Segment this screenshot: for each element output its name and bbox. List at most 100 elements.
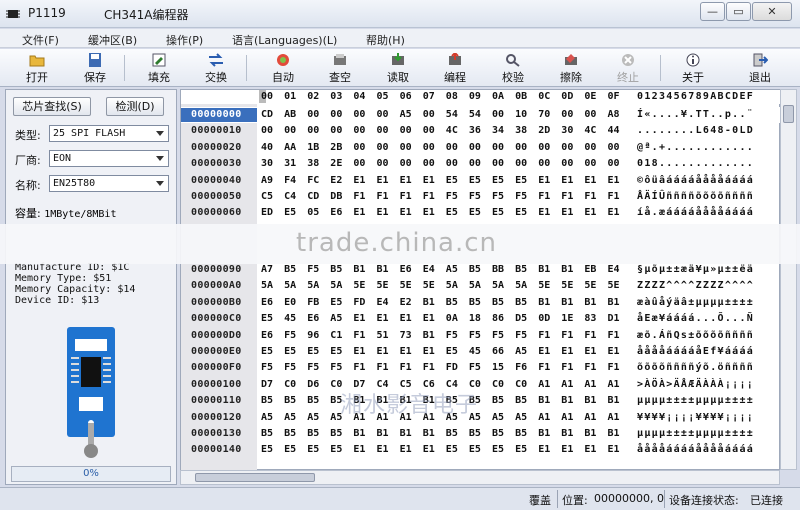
hex-byte[interactable]: F5	[492, 191, 504, 202]
table-row[interactable]: 00000050 C5 C4 CD DB F1 F1 F1 F1 F5 F5 F5 F5 F1 F1 F1 F1…	[181, 189, 781, 205]
hex-byte[interactable]: 00	[353, 142, 365, 153]
hex-byte[interactable]: B1	[561, 395, 573, 406]
hex-byte[interactable]: A1	[561, 412, 573, 423]
hex-byte[interactable]: F1	[400, 191, 412, 202]
hex-byte[interactable]: 45	[284, 313, 296, 324]
hex-byte[interactable]: E1	[377, 175, 389, 186]
hex-byte[interactable]: F5	[446, 191, 458, 202]
hex-byte[interactable]: E1	[400, 346, 412, 357]
hex-byte[interactable]: 44	[608, 125, 620, 136]
hex-byte[interactable]: 5A	[492, 280, 504, 291]
hex-byte[interactable]: D6	[307, 379, 319, 390]
hex-byte[interactable]: F1	[423, 362, 435, 373]
hex-byte[interactable]: E1	[608, 346, 620, 357]
ascii-text[interactable]: æàûåýäâ±µµµµ±±±±	[637, 297, 754, 308]
table-row[interactable]: 00000090 A7 B5 F5 B5 B1 B1 E6 E4 A5 B5 BB B5 B1 B1 EB E4…	[181, 262, 781, 278]
hex-byte[interactable]: 00	[492, 142, 504, 153]
table-row[interactable]: 000000A0 5A 5A 5A 5A 5E 5E 5E 5E 5A 5A 5A 5A 5E 5E 5E 5E…	[181, 278, 781, 294]
hex-byte[interactable]: E1	[400, 444, 412, 455]
hex-byte[interactable]: E1	[584, 346, 596, 357]
hex-byte[interactable]: 05	[307, 207, 319, 218]
hex-byte[interactable]: E5	[307, 444, 319, 455]
hex-byte[interactable]: E1	[400, 313, 412, 324]
hex-byte[interactable]: E5	[446, 346, 458, 357]
hex-byte[interactable]: B1	[561, 264, 573, 275]
minimize-button[interactable]: —	[700, 2, 725, 21]
hex-byte[interactable]: B5	[284, 264, 296, 275]
hex-byte[interactable]: E1	[400, 207, 412, 218]
hex-byte[interactable]: 15	[492, 362, 504, 373]
hex-byte[interactable]: 5A	[469, 280, 481, 291]
hex-byte[interactable]: F6	[515, 362, 527, 373]
hex-byte[interactable]: 1E	[561, 313, 573, 324]
hex-byte[interactable]: 2D	[538, 125, 550, 136]
hex-byte[interactable]: F5	[307, 264, 319, 275]
hex-byte[interactable]: 00	[515, 158, 527, 169]
hex-byte[interactable]: F1	[538, 191, 550, 202]
hex-byte[interactable]: E1	[423, 207, 435, 218]
hex-byte[interactable]: C1	[330, 330, 342, 341]
hex-byte[interactable]: E5	[469, 175, 481, 186]
hex-byte[interactable]: 00	[423, 125, 435, 136]
hex-byte[interactable]: 66	[492, 346, 504, 357]
hex-byte[interactable]: 00	[261, 125, 273, 136]
table-row[interactable]: 00000100 D7 C0 D6 C0 D7 C4 C5 C6 C4 C0 C0 C0 A1 A1 A1 A1…	[181, 377, 781, 393]
hex-byte[interactable]: F1	[608, 362, 620, 373]
hex-byte[interactable]: E1	[423, 313, 435, 324]
hex-byte[interactable]: A1	[538, 379, 550, 390]
hex-byte[interactable]: E1	[353, 346, 365, 357]
hex-byte[interactable]: E1	[353, 313, 365, 324]
scroll-thumb[interactable]	[783, 105, 794, 123]
hex-byte[interactable]: E5	[261, 346, 273, 357]
hex-byte[interactable]: E2	[330, 175, 342, 186]
hex-byte[interactable]: 00	[538, 158, 550, 169]
hex-byte[interactable]: B5	[469, 428, 481, 439]
hex-byte[interactable]: F1	[538, 362, 550, 373]
hex-byte[interactable]: 00	[400, 142, 412, 153]
hex-byte[interactable]: D1	[608, 313, 620, 324]
hex-byte[interactable]: E5	[515, 207, 527, 218]
hex-byte[interactable]: F1	[584, 330, 596, 341]
hex-byte[interactable]: 00	[469, 142, 481, 153]
hex-byte[interactable]: E1	[423, 444, 435, 455]
read-button[interactable]: 读取	[375, 50, 421, 86]
ascii-text[interactable]: åEæ¥áááá...Õ...Ñ	[637, 313, 754, 324]
hex-byte[interactable]: B1	[423, 330, 435, 341]
hex-byte[interactable]: B1	[561, 428, 573, 439]
hex-byte[interactable]: E6	[261, 297, 273, 308]
table-row[interactable]: 00000140 E5 E5 E5 E5 E1 E1 E1 E1 E5 E5 E5 E5 E1 E1 E1 E1…	[181, 442, 781, 458]
hex-byte[interactable]: B5	[469, 297, 481, 308]
hex-byte[interactable]: A5	[284, 412, 296, 423]
ascii-text[interactable]: ååååááááåEf¥áááá	[637, 346, 754, 357]
hex-byte[interactable]: F5	[446, 330, 458, 341]
table-row[interactable]: 000000F0 F5 F5 F5 F5 F1 F1 F1 F1 FD F5 15 F6 F1 F1 F1 F1…	[181, 360, 781, 376]
hex-editor[interactable]: 00 01 02 03 04 05 06 07 08 09 0A 0B 0C 0D 0E 0F 01234567…	[180, 89, 781, 471]
hex-byte[interactable]: 5A	[284, 280, 296, 291]
hex-byte[interactable]: F5	[469, 191, 481, 202]
hex-byte[interactable]: E5	[446, 175, 458, 186]
hex-byte[interactable]: E1	[353, 207, 365, 218]
hex-byte[interactable]: B1	[377, 428, 389, 439]
hex-byte[interactable]: 00	[400, 158, 412, 169]
hex-byte[interactable]: 5A	[446, 280, 458, 291]
hex-byte[interactable]: B5	[284, 395, 296, 406]
hex-byte[interactable]: E1	[538, 346, 550, 357]
table-row[interactable]: 00000120 A5 A5 A5 A5 A1 A1 A1 A1 A5 A5 A5 A5 A1 A1 A1 A1…	[181, 410, 781, 426]
hex-byte[interactable]: B5	[330, 428, 342, 439]
hex-byte[interactable]: E4	[423, 264, 435, 275]
verify-button[interactable]: 校验	[490, 50, 536, 86]
hex-byte[interactable]: F5	[492, 330, 504, 341]
hex-byte[interactable]: CD	[261, 109, 273, 120]
hex-byte[interactable]: 4C	[584, 125, 596, 136]
hex-byte[interactable]: A1	[584, 412, 596, 423]
hex-byte[interactable]: 5E	[423, 280, 435, 291]
hex-byte[interactable]: 00	[492, 109, 504, 120]
hex-byte[interactable]: F1	[538, 330, 550, 341]
hex-byte[interactable]: A5	[330, 313, 342, 324]
hex-byte[interactable]: E5	[284, 444, 296, 455]
hex-byte[interactable]: E5	[492, 444, 504, 455]
name-select[interactable]: EN25T80	[49, 175, 169, 192]
hex-byte[interactable]: A5	[515, 412, 527, 423]
hex-byte[interactable]: F1	[353, 362, 365, 373]
hex-byte[interactable]: B5	[515, 428, 527, 439]
